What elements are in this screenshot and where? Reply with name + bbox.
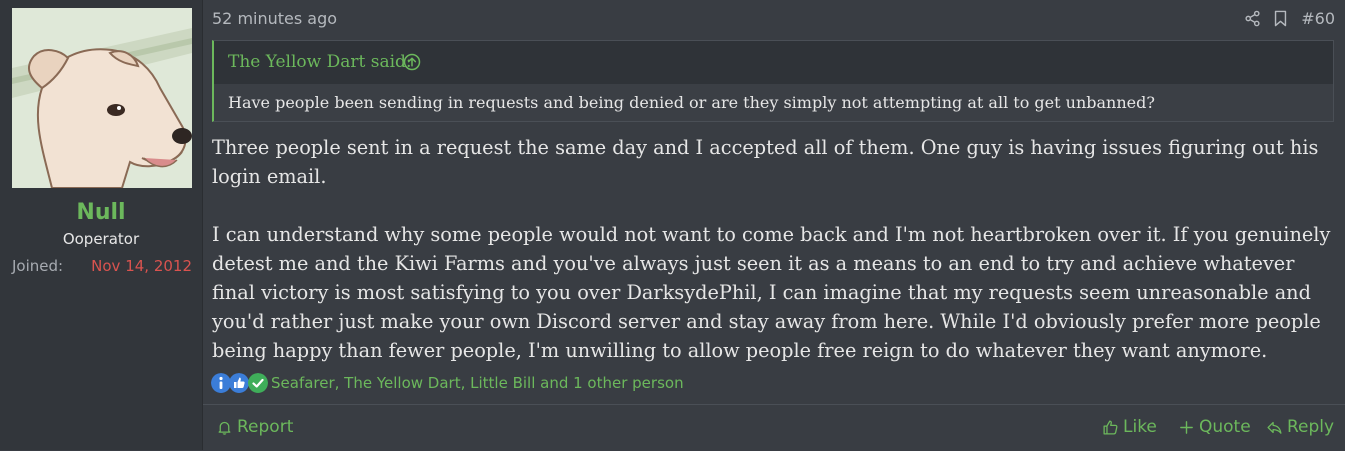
forum-post: Null Ooperator Joined: Nov 14, 2012 52 m… <box>0 0 1345 450</box>
share-icon[interactable] <box>1244 10 1261 27</box>
like-button[interactable]: Like <box>1102 415 1157 439</box>
quote-header[interactable]: The Yellow Dart said: <box>214 41 1333 84</box>
arrow-up-circle-icon[interactable] <box>403 53 421 71</box>
message-paragraph: Three people sent in a request the same … <box>212 136 1319 188</box>
quote-author[interactable]: The Yellow Dart said: <box>228 52 412 72</box>
reply-label: Reply <box>1287 417 1335 437</box>
reaction-icons[interactable] <box>211 372 269 394</box>
quote-button[interactable]: Quote <box>1178 415 1251 439</box>
reactions-bar[interactable]: Seafarer, The Yellow Dart, Little Bill a… <box>211 371 684 395</box>
dog-avatar-icon <box>12 8 192 188</box>
info-icon <box>211 373 231 393</box>
reply-button[interactable]: Reply <box>1266 415 1334 439</box>
quote-label: Quote <box>1199 417 1251 437</box>
quote-text: Have people been sending in requests and… <box>228 93 1155 112</box>
reaction-users[interactable]: Seafarer, The Yellow Dart, Little Bill a… <box>271 374 684 392</box>
bookmark-icon[interactable] <box>1273 10 1288 27</box>
report-label: Report <box>237 417 294 437</box>
quote-block: The Yellow Dart said: Have people been s… <box>212 40 1334 122</box>
joined-date: Nov 14, 2012 <box>91 257 192 275</box>
user-info-panel: Null Ooperator Joined: Nov 14, 2012 <box>0 0 203 450</box>
thumbs-up-icon <box>229 373 249 393</box>
post-main: 52 minutes ago #60 The Yellow Dart said:… <box>203 0 1345 450</box>
thumbs-up-outline-icon <box>1103 419 1118 435</box>
bell-icon <box>218 421 231 435</box>
user-title: Ooperator <box>62 230 140 248</box>
report-button[interactable]: Report <box>216 415 293 439</box>
avatar[interactable] <box>12 8 192 188</box>
message-paragraph: I can understand why some people would n… <box>212 223 1331 362</box>
quote-body: Have people been sending in requests and… <box>214 84 1333 121</box>
post-number[interactable]: #60 <box>1301 9 1335 28</box>
post-message: Three people sent in a request the same … <box>212 133 1332 365</box>
reply-arrow-icon <box>1267 421 1282 434</box>
joined-label: Joined: <box>12 257 64 275</box>
post-footer: Report Like Quote Reply <box>203 404 1345 451</box>
like-label: Like <box>1123 417 1157 437</box>
post-timestamp[interactable]: 52 minutes ago <box>212 9 337 28</box>
username[interactable]: Null <box>0 200 202 225</box>
check-icon <box>248 373 268 393</box>
plus-icon <box>1180 420 1193 434</box>
